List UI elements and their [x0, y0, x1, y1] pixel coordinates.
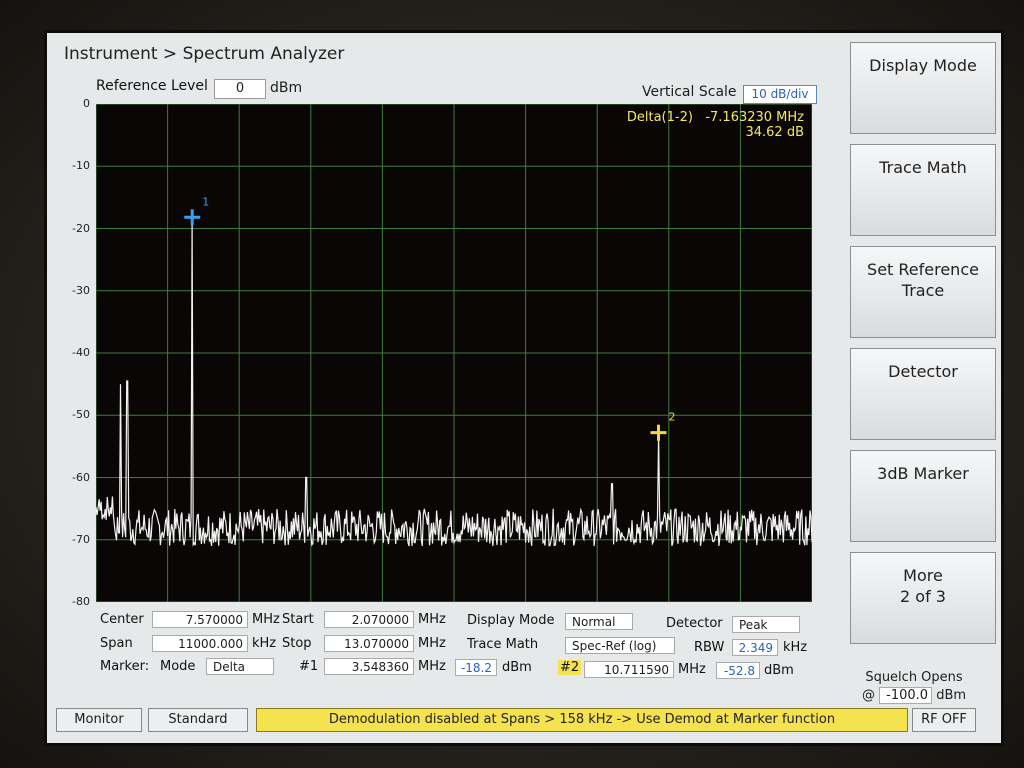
detector-label: Detector — [666, 616, 723, 631]
spectrum-plot[interactable]: 12 Delta(1-2) -7.163230 MHz 34.62 dB — [96, 104, 812, 602]
vertical-scale-select[interactable]: 10 dB/div — [743, 85, 817, 104]
marker-label: Marker: — [100, 659, 150, 674]
set-reference-trace-softkey[interactable]: Set Reference Trace — [850, 246, 996, 338]
rbw-unit: kHz — [783, 640, 808, 655]
trace-math-softkey[interactable]: Trace Math — [850, 144, 996, 236]
span-input[interactable]: 11000.000 — [152, 635, 248, 652]
detector-select[interactable]: Peak — [732, 616, 800, 633]
status-message: Demodulation disabled at Spans > 158 kHz… — [256, 708, 908, 732]
y-tick-label: 0 — [83, 97, 90, 110]
rf-off-indicator[interactable]: RF OFF — [912, 708, 976, 732]
marker1-amplitude: -18.2 — [455, 659, 497, 676]
3db-marker-softkey[interactable]: 3dB Marker — [850, 450, 996, 542]
marker1-frequency-unit: MHz — [418, 659, 446, 674]
reference-level-label: Reference Level — [96, 78, 208, 94]
stop-input[interactable]: 13.070000 — [324, 635, 414, 652]
spectrum-trace-svg: 12 — [96, 104, 812, 602]
y-tick-label: -60 — [72, 470, 90, 484]
stop-label: Stop — [282, 636, 312, 651]
monitor-tab[interactable]: Monitor — [56, 708, 142, 732]
detector-softkey[interactable]: Detector — [850, 348, 996, 440]
status-bar: Monitor Standard Demodulation disabled a… — [56, 708, 996, 732]
y-tick-label: -20 — [72, 221, 90, 235]
stop-unit: MHz — [418, 636, 446, 651]
vertical-scale-label: Vertical Scale — [642, 84, 737, 100]
more-softkey[interactable]: More 2 of 3 — [850, 552, 996, 644]
delta-label: Delta(1-2) — [626, 110, 693, 125]
marker2-label: #2 — [558, 660, 582, 675]
delta-frequency: -7.163230 MHz — [705, 110, 804, 125]
marker-1-label: 1 — [202, 195, 209, 208]
y-tick-label: -30 — [72, 283, 90, 297]
marker-mode-select[interactable]: Delta — [206, 658, 274, 675]
display-mode-label: Display Mode — [467, 613, 555, 628]
trace-math-label: Trace Math — [467, 637, 539, 652]
y-tick-label: -80 — [72, 595, 90, 608]
mode-label: Mode — [160, 659, 196, 674]
marker2-frequency-input[interactable]: 10.711590 — [584, 661, 674, 678]
trace-math-select[interactable]: Spec-Ref (log) — [565, 637, 675, 654]
y-tick-label: -50 — [72, 408, 90, 422]
y-tick-label: -40 — [72, 346, 90, 359]
rbw-label: RBW — [694, 640, 725, 655]
standard-tab[interactable]: Standard — [148, 708, 248, 732]
start-label: Start — [282, 612, 314, 627]
marker2-amplitude: -52.8 — [716, 662, 760, 679]
y-tick-label: -70 — [72, 532, 90, 546]
squelch-input[interactable]: -100.0 — [879, 687, 933, 704]
reference-level-unit: dBm — [270, 80, 303, 96]
squelch-at: @ — [861, 688, 875, 703]
breadcrumb: Instrument > Spectrum Analyzer — [64, 44, 345, 64]
analyzer-screen: Instrument > Spectrum Analyzer Reference… — [44, 30, 1004, 746]
squelch-label: Squelch Opens — [865, 670, 963, 685]
marker2-amplitude-unit: dBm — [764, 663, 794, 678]
squelch-unit: dBm — [936, 688, 967, 703]
rbw-input[interactable]: 2.349 — [732, 639, 778, 656]
marker-2-label: 2 — [668, 411, 675, 424]
center-label: Center — [100, 612, 144, 627]
start-input[interactable]: 2.070000 — [324, 611, 414, 628]
squelch-panel: Squelch Opens @ -100.0 dBm — [834, 640, 994, 710]
delta-amplitude: 34.62 dB — [745, 125, 804, 140]
start-unit: MHz — [418, 612, 446, 627]
display-mode-select[interactable]: Normal — [565, 613, 633, 630]
span-unit: kHz — [252, 636, 277, 651]
reference-level-input[interactable]: 0 — [214, 79, 266, 99]
marker2-frequency-unit: MHz — [678, 662, 706, 677]
center-input[interactable]: 7.570000 — [152, 611, 248, 628]
span-label: Span — [100, 636, 133, 651]
marker1-label: #1 — [299, 659, 319, 674]
marker1-frequency-input[interactable]: 3.548360 — [324, 658, 414, 675]
delta-readout: Delta(1-2) -7.163230 MHz 34.62 dB — [574, 110, 804, 140]
center-unit: MHz — [252, 612, 280, 627]
marker1-amplitude-unit: dBm — [502, 660, 532, 675]
display-mode-softkey[interactable]: Display Mode — [850, 42, 996, 134]
y-tick-label: -10 — [72, 159, 90, 173]
